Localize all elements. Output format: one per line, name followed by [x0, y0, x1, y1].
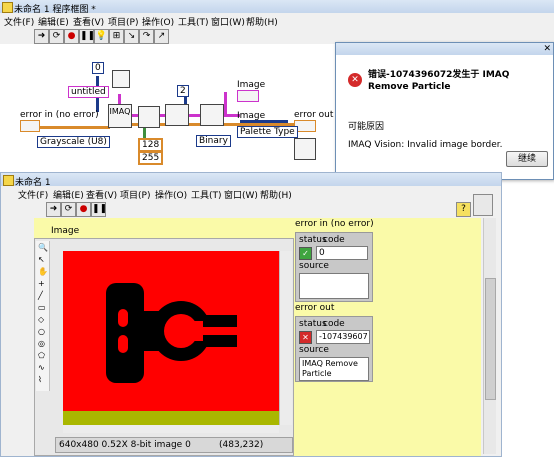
- point-icon[interactable]: +: [38, 279, 45, 288]
- zoom-icon[interactable]: 🔍: [38, 243, 48, 252]
- dialog-message: IMAQ Vision: Invalid image border.: [348, 140, 503, 150]
- error-in-source-label: source: [299, 261, 329, 271]
- dialog-title-bar: ✕: [336, 43, 553, 55]
- imaq-remove-particle-node[interactable]: [165, 104, 189, 126]
- constant-zero[interactable]: 0: [92, 62, 104, 74]
- constant-255[interactable]: 255: [138, 151, 164, 165]
- front-panel-canvas: Image 🔍 ↖ ✋ + ╱ ▭ ◇ ○ ◎ ⬠ ∿ ⌇ 640x480 0.…: [34, 218, 481, 456]
- image-wire-3: [224, 92, 227, 117]
- rotated-rectangle-icon[interactable]: ◇: [38, 315, 44, 324]
- dialog-cause-heading: 可能原因: [348, 122, 385, 132]
- pan-icon[interactable]: ✋: [38, 267, 48, 276]
- step-into-icon[interactable]: ↘: [124, 29, 139, 44]
- binary-particle-shape: [106, 283, 237, 383]
- fp-scroll-thumb[interactable]: [485, 278, 496, 400]
- fp-vertical-scrollbar[interactable]: [483, 218, 496, 454]
- error-out-terminal-label: error out: [294, 110, 334, 120]
- rectangle-icon[interactable]: ▭: [38, 303, 46, 312]
- annulus-icon[interactable]: ◎: [38, 339, 45, 348]
- error-out-source-field: IMAQ Remove Particle: [299, 357, 369, 381]
- image-horizontal-scrollbar[interactable]: [63, 425, 279, 433]
- error-out-label: error out: [295, 303, 335, 313]
- fp-app-icon: [3, 175, 14, 186]
- dialog-error-icon: ✕: [348, 73, 362, 87]
- fp-pause-icon[interactable]: ❚❚: [91, 202, 107, 217]
- highlight-execution-icon[interactable]: 💡: [94, 29, 109, 44]
- image-top-label: Image: [237, 80, 266, 90]
- threshold-node[interactable]: [138, 106, 160, 128]
- broken-line-icon[interactable]: ⌇: [38, 375, 42, 384]
- image-display-label: Image: [51, 226, 80, 236]
- constant-128[interactable]: 128: [138, 138, 164, 152]
- dialog-close-icon[interactable]: ✕: [543, 44, 551, 54]
- constant-two[interactable]: 2: [177, 85, 189, 97]
- fp-vi-icon: [473, 194, 493, 216]
- error-out-source-value: IMAQ Remove Particle: [302, 359, 358, 378]
- error-in-source-field[interactable]: [299, 273, 369, 299]
- image-top-terminal[interactable]: [237, 90, 259, 102]
- run-continuous-icon[interactable]: ⟳: [49, 29, 64, 44]
- image-mid-label: Image: [237, 111, 266, 121]
- error-in-label: error in (no error): [295, 219, 374, 229]
- abort-icon[interactable]: ●: [64, 29, 79, 44]
- image-tools-palette: 🔍 ↖ ✋ + ╱ ▭ ◇ ○ ◎ ⬠ ∿ ⌇: [36, 241, 50, 391]
- oval-icon[interactable]: ○: [38, 327, 45, 336]
- error-out-status-indicator: ✕: [299, 331, 312, 344]
- error-in-terminal[interactable]: [20, 120, 40, 132]
- fp-menu-bar: 文件(F) 编辑(E) 查看(V) 项目(P) 操作(O) 工具(T) 窗口(W…: [1, 186, 501, 201]
- run-arrow-icon[interactable]: ➜: [34, 29, 49, 44]
- image-display: 🔍 ↖ ✋ + ╱ ▭ ◇ ○ ◎ ⬠ ∿ ⌇ 640x480 0.52X 8-…: [34, 238, 294, 456]
- pointer-icon[interactable]: ↖: [38, 255, 45, 264]
- binary-enum-constant[interactable]: Binary: [196, 135, 231, 147]
- line-icon[interactable]: ╱: [38, 291, 43, 300]
- retain-wire-values-icon[interactable]: ⊞: [109, 29, 124, 44]
- step-over-icon[interactable]: ↷: [139, 29, 154, 44]
- palette-type-constant[interactable]: Palette Type: [237, 126, 298, 138]
- error-out-source-label: source: [299, 345, 329, 355]
- bd-app-icon: [2, 2, 13, 13]
- bd-menu-bar: 文件(F) 编辑(E) 查看(V) 项目(P) 操作(O) 工具(T) 窗口(W…: [0, 13, 554, 28]
- error-in-code-label: code: [323, 235, 345, 245]
- fp-run-continuous-icon[interactable]: ⟳: [61, 202, 76, 217]
- fp-toolbar: ➜ ⟳ ● ❚❚ ?: [1, 194, 501, 218]
- error-in-cluster: status code ✓ 0 source: [295, 232, 373, 302]
- image-file-icon[interactable]: [112, 70, 130, 88]
- error-out-code-value: -107439607: [319, 332, 368, 341]
- error-in-terminal-label: error in (no error): [20, 110, 99, 120]
- fp-run-arrow-icon[interactable]: ➜: [46, 202, 61, 217]
- pause-icon[interactable]: ❚❚: [79, 29, 95, 44]
- error-in-code-field[interactable]: 0: [316, 246, 368, 260]
- polygon-icon[interactable]: ⬠: [38, 351, 45, 360]
- image-bottom-strip: [63, 411, 279, 425]
- fp-abort-icon[interactable]: ●: [76, 202, 91, 217]
- cursor-coordinates: (483,232): [219, 440, 264, 450]
- fp-help-icon[interactable]: ?: [456, 202, 471, 217]
- error-out-cluster: status code ✕ -107439607 source IMAQ Rem…: [295, 316, 373, 382]
- image-type-constant[interactable]: Grayscale (U8): [37, 136, 110, 148]
- dialog-error-title: 错误-1074396072发生于 IMAQ Remove Particle: [368, 70, 510, 92]
- image-canvas[interactable]: [63, 251, 279, 411]
- front-panel-window: 未命名 1 文件(F) 编辑(E) 查看(V) 项目(P) 操作(O) 工具(T…: [0, 172, 502, 457]
- error-dialog: ✕ ✕ 错误-1074396072发生于 IMAQ Remove Particl…: [335, 42, 554, 180]
- bd-title-bar: 未命名 1 程序框图 *: [0, 0, 554, 15]
- error-in-code-value: 0: [319, 248, 325, 258]
- imaq-create-node[interactable]: IMAQ: [108, 104, 132, 128]
- continue-button[interactable]: 继续: [506, 151, 548, 167]
- error-out-code-field: -107439607: [316, 330, 370, 344]
- error-in-status-checkbox[interactable]: ✓: [299, 247, 312, 260]
- error-indicator-node[interactable]: [294, 138, 316, 160]
- imaq-fill-hole-node[interactable]: [200, 104, 224, 126]
- image-name-constant[interactable]: untitled: [68, 86, 109, 98]
- image-vertical-scrollbar[interactable]: [279, 251, 292, 425]
- freehand-icon[interactable]: ∿: [38, 363, 45, 372]
- fp-title-bar: 未命名 1: [1, 173, 501, 188]
- imaq-create-label: IMAQ: [109, 107, 131, 116]
- step-out-icon[interactable]: ↗: [154, 29, 169, 44]
- image-status-bar: 640x480 0.52X 8-bit image 0 (483,232): [55, 437, 293, 453]
- error-out-code-label: code: [323, 319, 345, 329]
- image-info-text: 640x480 0.52X 8-bit image 0: [59, 440, 191, 450]
